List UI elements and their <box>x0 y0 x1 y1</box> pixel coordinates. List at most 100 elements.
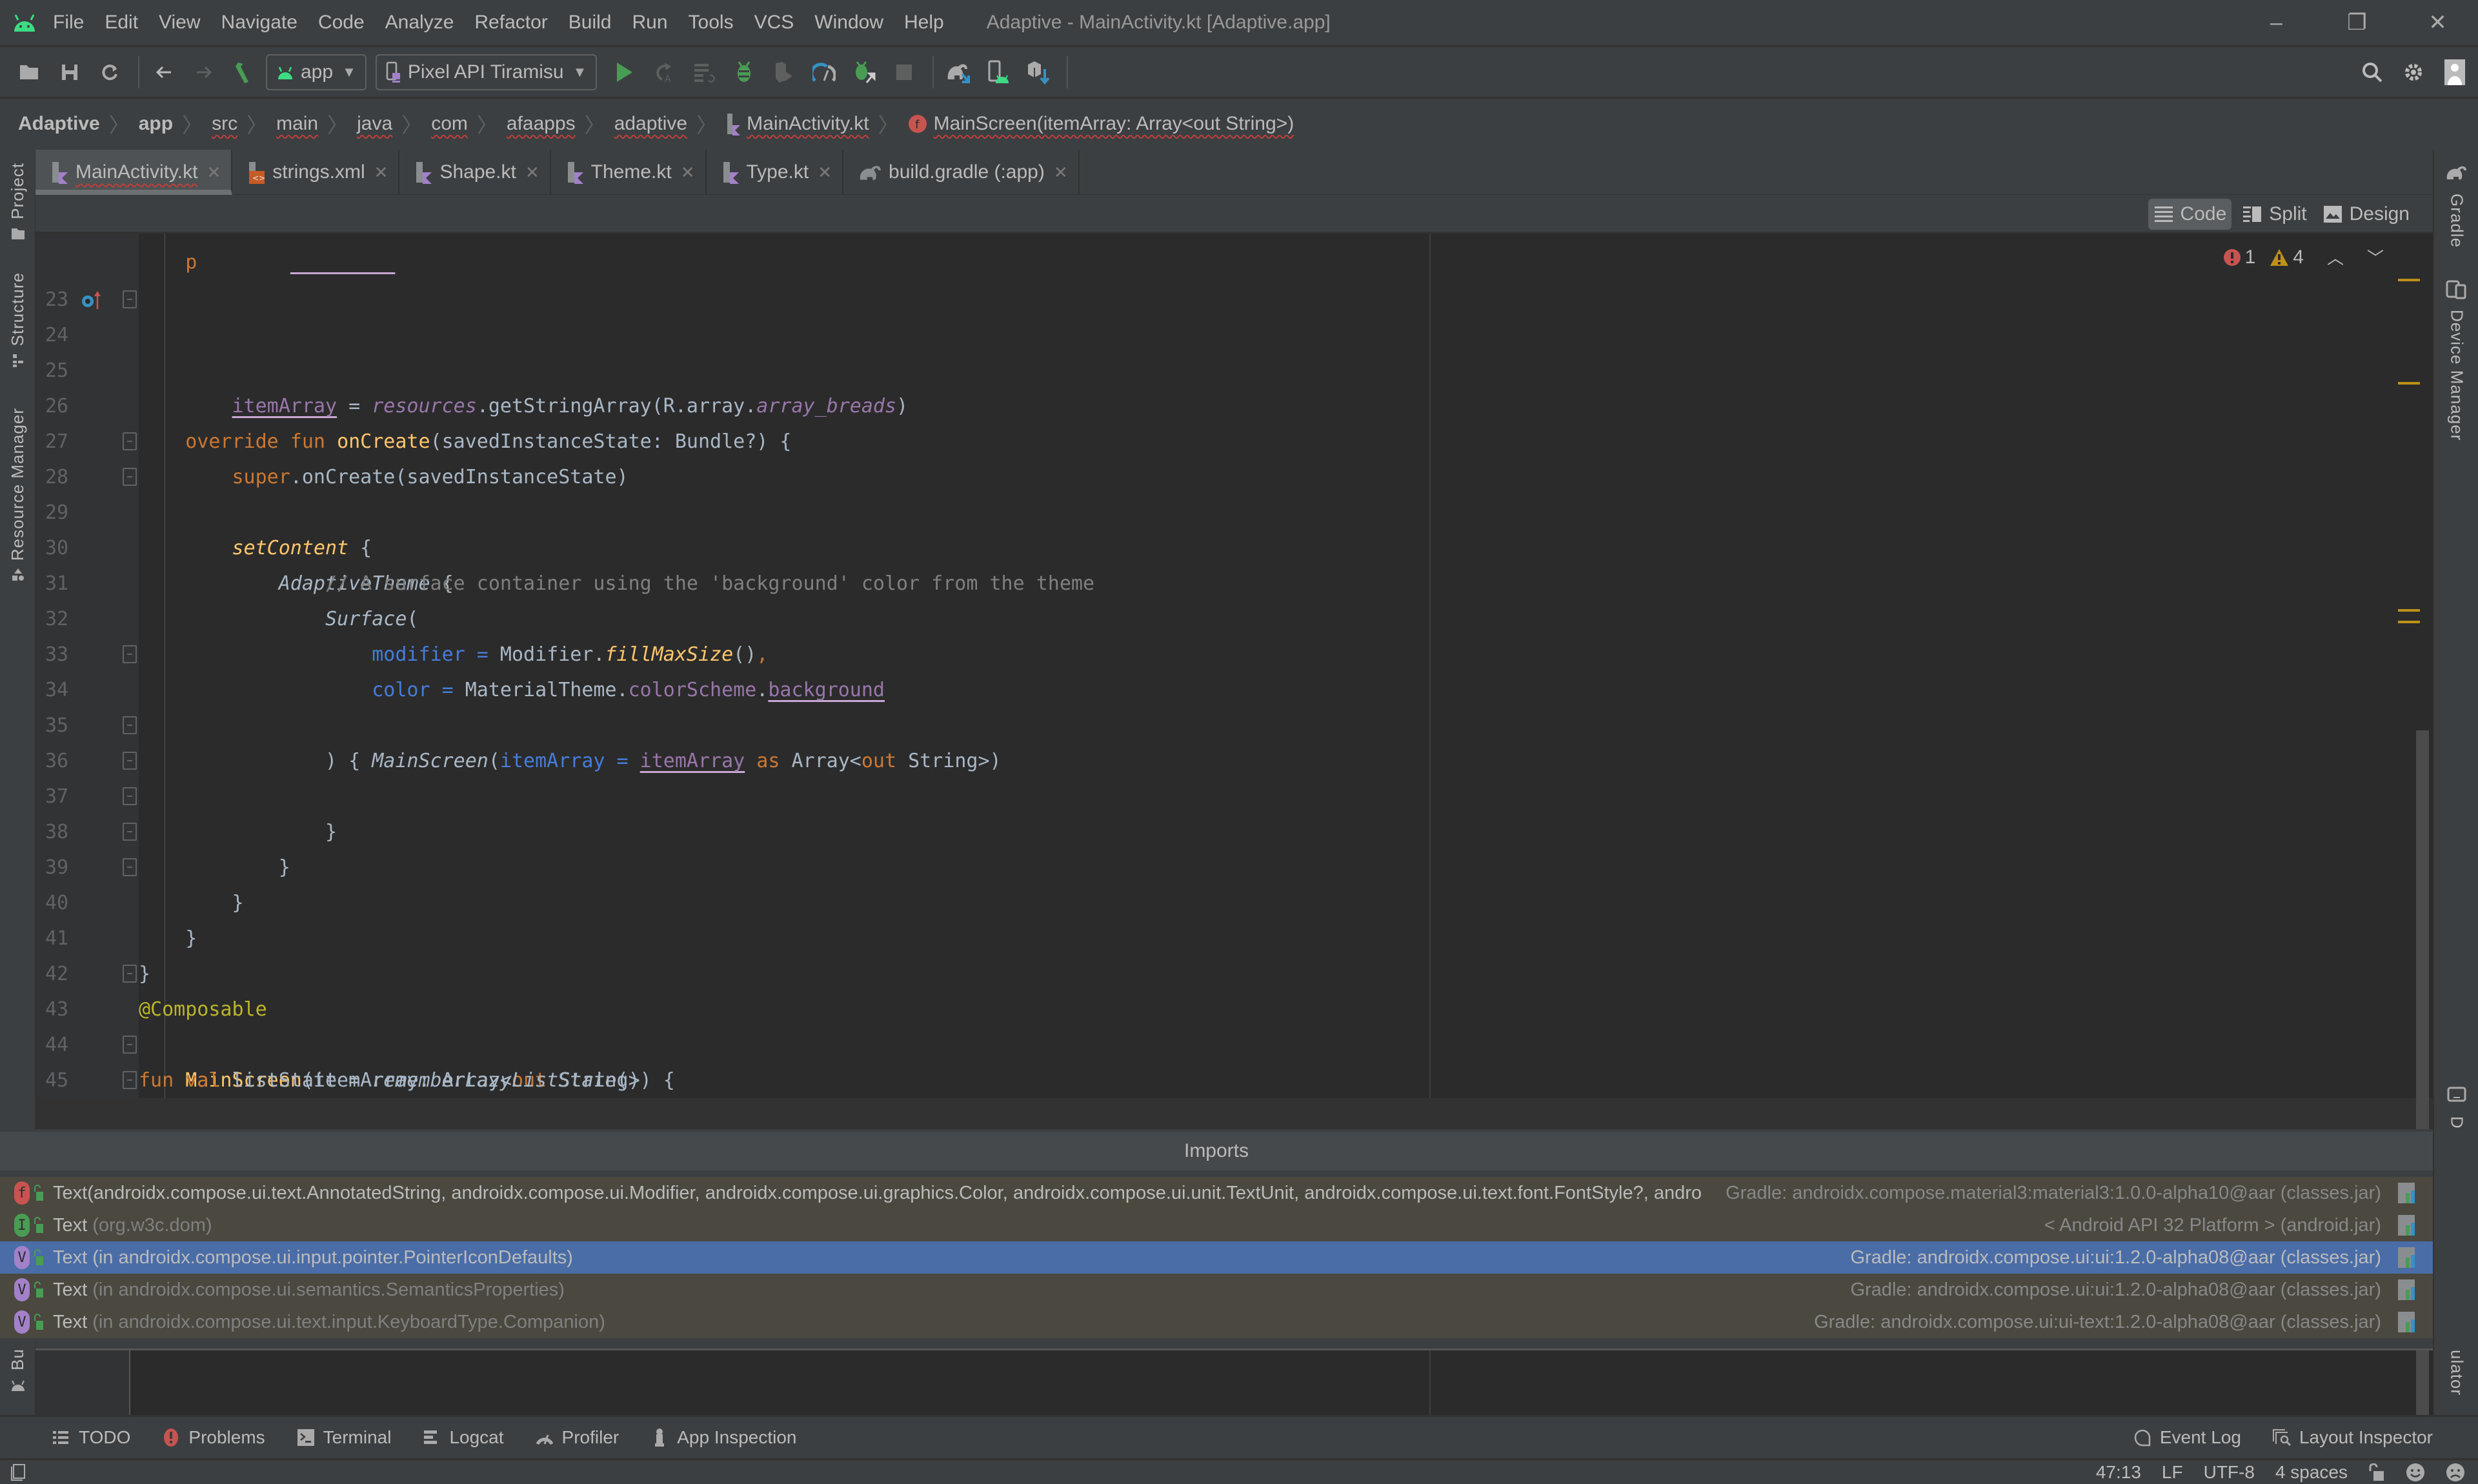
settings-button[interactable] <box>2395 54 2432 90</box>
close-tab-icon[interactable]: ✕ <box>681 163 695 183</box>
toggle-tool-windows-icon[interactable] <box>10 1464 26 1481</box>
open-folder-button[interactable] <box>12 54 48 90</box>
gradle-tool-button[interactable]: Gradle <box>2434 163 2478 248</box>
tab-theme-kt[interactable]: Theme.kt ✕ <box>551 150 707 195</box>
breadcrumb-src[interactable]: src <box>212 113 237 135</box>
menu-view[interactable]: View <box>159 12 200 34</box>
terminal-tool-button[interactable]: Terminal <box>296 1427 391 1448</box>
sdk-manager-button[interactable] <box>1020 54 1056 90</box>
close-tab-icon[interactable]: ✕ <box>374 163 388 183</box>
close-tab-icon[interactable]: ✕ <box>206 163 221 183</box>
warning-stripe-mark[interactable] <box>2398 279 2420 281</box>
fold-toggle[interactable] <box>123 468 137 486</box>
back-button[interactable] <box>146 54 182 90</box>
project-tool-button[interactable]: Project <box>0 163 35 241</box>
breadcrumb-java[interactable]: java <box>357 113 392 135</box>
run-button[interactable] <box>606 54 642 90</box>
make-project-button[interactable] <box>226 54 262 90</box>
tab-strings-xml[interactable]: <> strings.xml ✕ <box>232 150 400 195</box>
breadcrumb-adaptive[interactable]: adaptive <box>614 113 687 135</box>
caret-position[interactable]: 47:13 <box>2096 1462 2141 1483</box>
breadcrumb-afaapps[interactable]: afaapps <box>507 113 576 135</box>
minimize-button[interactable]: – <box>2236 0 2317 45</box>
menu-vcs[interactable]: VCS <box>754 12 794 34</box>
line-separator[interactable]: LF <box>2162 1462 2183 1483</box>
code-editor[interactable]: p 23 24 override fun onCreate(savedInsta… <box>35 234 2433 1129</box>
warning-stripe-mark[interactable] <box>2398 621 2420 623</box>
menu-run[interactable]: Run <box>632 12 668 34</box>
close-tab-icon[interactable]: ✕ <box>818 163 832 183</box>
apply-code-changes-button[interactable] <box>686 54 722 90</box>
breadcrumb-main[interactable]: main <box>276 113 318 135</box>
frown-feedback-icon[interactable] <box>2446 1463 2465 1482</box>
menu-build[interactable]: Build <box>569 12 612 34</box>
build-variants-tool-button[interactable]: Bu <box>0 1349 35 1392</box>
apply-changes-button[interactable]: A <box>646 54 682 90</box>
next-highlight-chevron-down-icon[interactable]: ﹀ <box>2367 245 2384 269</box>
restore-button[interactable]: ❐ <box>2317 0 2397 45</box>
fold-toggle[interactable] <box>123 858 137 876</box>
split-mode-button[interactable]: Split <box>2237 199 2312 230</box>
vertical-scrollbar[interactable] <box>2416 1350 2429 1415</box>
account-button[interactable] <box>2437 54 2473 90</box>
fold-toggle[interactable] <box>123 432 137 450</box>
code-mode-button[interactable]: Code <box>2148 199 2232 230</box>
import-option[interactable]: V Text (in androidx.compose.ui.text.inpu… <box>0 1306 2433 1338</box>
menu-edit[interactable]: Edit <box>105 12 138 34</box>
file-encoding[interactable]: UTF-8 <box>2204 1462 2255 1483</box>
layout-inspector-tool-button[interactable]: Layout Inspector <box>2272 1427 2433 1448</box>
warning-stripe-mark[interactable] <box>2398 609 2420 612</box>
stop-button[interactable] <box>886 54 922 90</box>
event-log-tool-button[interactable]: Event Log <box>2133 1427 2241 1448</box>
vertical-scrollbar[interactable] <box>2416 730 2429 1129</box>
inspections-widget[interactable]: 1 4 ︿ ﹀ <box>2223 245 2389 269</box>
menu-analyze[interactable]: Analyze <box>385 12 454 34</box>
fold-toggle[interactable] <box>123 965 137 983</box>
close-window-button[interactable]: ✕ <box>2397 0 2478 45</box>
app-inspection-tool-button[interactable]: App Inspection <box>650 1427 797 1448</box>
tab-mainactivity-kt[interactable]: MainActivity.kt ✕ <box>35 150 233 195</box>
save-all-button[interactable] <box>52 54 88 90</box>
smiley-feedback-icon[interactable] <box>2406 1463 2425 1482</box>
device-file-explorer-tool-button[interactable]: D <box>2434 1085 2478 1129</box>
breadcrumb-symbol[interactable]: MainScreen(itemArray: Array<out String>) <box>934 113 1294 135</box>
warning-stripe-mark[interactable] <box>2398 382 2420 385</box>
design-mode-button[interactable]: Design <box>2317 199 2415 230</box>
close-tab-icon[interactable]: ✕ <box>525 163 539 183</box>
menu-file[interactable]: File <box>53 12 84 34</box>
tab-type-kt[interactable]: Type.kt ✕ <box>707 150 844 195</box>
breadcrumb-file[interactable]: MainActivity.kt <box>747 113 869 135</box>
overrides-method-icon[interactable] <box>81 290 101 310</box>
search-everywhere-button[interactable] <box>2354 54 2390 90</box>
menu-help[interactable]: Help <box>904 12 944 34</box>
import-option[interactable]: I Text (org.w3c.dom) < Android API 32 Pl… <box>0 1209 2433 1241</box>
indent-setting[interactable]: 4 spaces <box>2275 1462 2348 1483</box>
fold-toggle[interactable] <box>123 716 137 734</box>
profiler-tool-button[interactable]: Profiler <box>535 1427 619 1448</box>
fold-toggle[interactable] <box>123 787 137 805</box>
previous-highlight-chevron-up-icon[interactable]: ︿ <box>2327 245 2344 269</box>
emulator-tool-button[interactable]: ulator <box>2434 1350 2478 1396</box>
import-option[interactable]: V Text (in androidx.compose.ui.semantics… <box>0 1274 2433 1306</box>
import-option[interactable]: f Text (androidx.compose.ui.text.Annotate… <box>0 1177 2433 1209</box>
tab-build-gradle-app[interactable]: build.gradle (:app) ✕ <box>843 150 1080 195</box>
run-with-coverage-button[interactable] <box>766 54 802 90</box>
unlocked-icon[interactable] <box>2368 1463 2385 1481</box>
breadcrumb-module[interactable]: app <box>139 113 173 135</box>
menu-refactor[interactable]: Refactor <box>474 12 547 34</box>
structure-tool-button[interactable]: Structure <box>0 272 35 368</box>
resource-manager-tool-button[interactable]: Resource Manager <box>0 408 35 583</box>
menu-tools[interactable]: Tools <box>689 12 734 34</box>
device-dropdown[interactable]: Pixel API Tiramisu ▼ <box>375 54 598 90</box>
fold-toggle[interactable] <box>123 823 137 841</box>
import-option-selected[interactable]: V Text (in androidx.compose.ui.input.poi… <box>0 1241 2433 1274</box>
avd-manager-button[interactable] <box>980 54 1016 90</box>
fold-toggle[interactable] <box>123 645 137 663</box>
problems-tool-button[interactable]: Problems <box>161 1427 265 1448</box>
breadcrumb-project[interactable]: Adaptive <box>18 113 100 135</box>
tab-shape-kt[interactable]: Shape.kt ✕ <box>399 150 551 195</box>
breadcrumb-com[interactable]: com <box>431 113 468 135</box>
fold-toggle[interactable] <box>123 752 137 770</box>
debug-button[interactable] <box>726 54 762 90</box>
fold-toggle[interactable] <box>123 290 137 308</box>
